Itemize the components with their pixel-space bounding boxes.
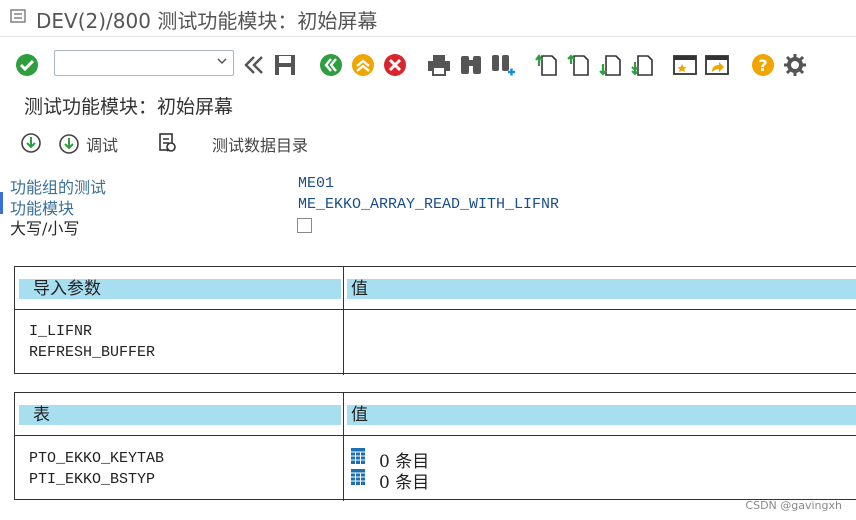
application-toolbar: 调试 测试数据目录: [0, 128, 856, 160]
function-group-value: ME01: [298, 175, 335, 192]
col-header-value: 值: [347, 405, 856, 425]
cancel-red-icon[interactable]: [382, 52, 408, 78]
test-data-icon: [159, 133, 176, 152]
execute-button[interactable]: [20, 132, 48, 154]
table-entry-count: 0 条目: [379, 473, 430, 493]
uppercase-lowercase-checkbox[interactable]: [297, 218, 312, 233]
last-page-icon[interactable]: [630, 52, 656, 78]
help-icon[interactable]: ?: [750, 52, 776, 78]
chevron-down-icon[interactable]: [217, 56, 227, 66]
page-title: 测试功能模块：初始屏幕: [24, 96, 234, 118]
function-module-value: ME_EKKO_ARRAY_READ_WITH_LIFNR: [298, 196, 560, 213]
param-name: I_LIFNR: [29, 323, 93, 340]
svg-text:?: ?: [758, 56, 767, 75]
create-session-icon[interactable]: [672, 52, 698, 78]
table-name: PTI_EKKO_BSTYP: [29, 471, 156, 488]
tables-table: 表 值 PTO_EKKO_KEYTAB PTI_EKKO_BSTYP 0 条目 …: [14, 392, 856, 501]
col-header-value: 值: [347, 279, 856, 299]
system-menu-icon[interactable]: [10, 9, 26, 23]
execute-icon: [21, 133, 41, 153]
command-field[interactable]: [54, 50, 234, 76]
debug-button[interactable]: 调试: [58, 132, 118, 156]
save-icon[interactable]: [272, 52, 298, 78]
standard-toolbar: ?: [0, 44, 856, 88]
table-name: PTO_EKKO_KEYTAB: [29, 450, 165, 467]
uppercase-lowercase-label: 大写/小写: [10, 219, 80, 238]
table-grid-icon[interactable]: [351, 469, 365, 485]
find-next-icon[interactable]: [490, 52, 516, 78]
watermark: CSDN @gavingxh: [745, 499, 842, 512]
import-parameters-table: 导入参数 值 I_LIFNR REFRESH_BUFFER: [14, 266, 856, 375]
debug-label: 调试: [86, 136, 119, 155]
param-value-input[interactable]: [349, 342, 855, 362]
previous-page-icon[interactable]: [566, 52, 592, 78]
param-value-input[interactable]: [349, 321, 449, 341]
shortcut-icon[interactable]: [704, 52, 730, 78]
back-green-icon[interactable]: [318, 52, 344, 78]
test-data-directory-button[interactable]: 测试数据目录: [212, 132, 308, 156]
print-icon[interactable]: [426, 52, 452, 78]
next-page-icon[interactable]: [598, 52, 624, 78]
test-data-directory-label: 测试数据目录: [212, 136, 309, 155]
enter-check-icon[interactable]: [14, 52, 40, 78]
exit-yellow-icon[interactable]: [350, 52, 376, 78]
param-name: REFRESH_BUFFER: [29, 344, 156, 361]
back-arrows-icon[interactable]: [242, 52, 268, 78]
test-data-icon-button[interactable]: [156, 132, 184, 154]
window-title: DEV(2)/800 测试功能模块：初始屏幕: [36, 9, 378, 33]
first-page-icon[interactable]: [534, 52, 560, 78]
settings-gear-icon[interactable]: [782, 52, 808, 78]
col-header-table: 表: [19, 405, 341, 425]
focus-marker: [0, 192, 3, 214]
debug-icon: [59, 134, 79, 154]
table-grid-icon[interactable]: [351, 448, 365, 464]
col-header-import-params: 导入参数: [19, 279, 341, 299]
title-bar: DEV(2)/800 测试功能模块：初始屏幕: [0, 0, 856, 37]
find-icon[interactable]: [458, 52, 484, 78]
